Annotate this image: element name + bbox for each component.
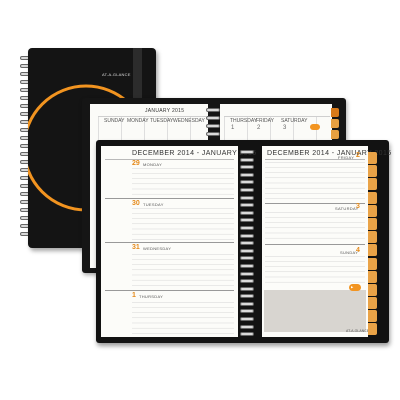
month-tab[interactable] bbox=[331, 119, 339, 128]
day-writing-lines[interactable] bbox=[265, 212, 365, 242]
day-writing-lines[interactable] bbox=[265, 162, 365, 202]
day-writing-lines[interactable] bbox=[132, 168, 234, 197]
notes-box[interactable] bbox=[264, 290, 366, 332]
month-tab[interactable] bbox=[368, 270, 377, 283]
day-number: 4 bbox=[356, 247, 360, 254]
day-number: 2 bbox=[356, 152, 360, 159]
day-writing-lines[interactable] bbox=[132, 208, 234, 241]
cover-brand-label: AT-A-GLANCE bbox=[102, 72, 131, 77]
day-writing-lines[interactable] bbox=[265, 256, 365, 286]
day-name: TUESDAY bbox=[143, 202, 164, 207]
month-tab[interactable] bbox=[368, 257, 377, 270]
header-divider bbox=[105, 159, 234, 160]
weekday-label: MONDAY bbox=[127, 118, 149, 124]
weekday-label: FRIDAY bbox=[256, 118, 274, 124]
weekday-label: THURSDAY bbox=[230, 118, 258, 124]
orange-marker bbox=[310, 124, 320, 130]
month-tab[interactable] bbox=[368, 178, 377, 191]
weekly-month-tabs[interactable] bbox=[368, 152, 377, 336]
month-tab[interactable] bbox=[368, 152, 377, 164]
page-brand-label: AT-A-GLANCE bbox=[346, 329, 370, 333]
month-tab[interactable] bbox=[331, 108, 339, 117]
day-divider bbox=[105, 242, 234, 243]
month-tab[interactable] bbox=[368, 165, 377, 178]
month-tab[interactable] bbox=[368, 217, 377, 230]
weekday-label: TUESDAY bbox=[150, 118, 174, 124]
weekly-header-left: DECEMBER 2014 - JANUARY 2015 bbox=[132, 150, 257, 157]
day-name: MONDAY bbox=[143, 162, 163, 167]
day-divider bbox=[265, 244, 365, 245]
day-number: 31 bbox=[132, 244, 140, 251]
day-name: THURSDAY bbox=[139, 294, 164, 299]
day-divider bbox=[105, 198, 234, 199]
weekday-label: SUNDAY bbox=[104, 118, 125, 124]
weekday-label: SATURDAY bbox=[281, 118, 308, 124]
day-number: 30 bbox=[132, 200, 140, 207]
month-tab[interactable] bbox=[368, 310, 377, 323]
monthly-title: JANUARY 2015 bbox=[145, 108, 185, 114]
month-tab[interactable] bbox=[368, 231, 377, 244]
day-name: WEDNESDAY bbox=[143, 246, 172, 251]
orange-page-marker: ▶ bbox=[349, 284, 361, 291]
month-tab[interactable] bbox=[368, 204, 377, 217]
day-writing-lines[interactable] bbox=[132, 302, 234, 335]
day-number: 29 bbox=[132, 160, 140, 167]
day-number: 1 bbox=[132, 292, 136, 299]
weekly-spiral-binding bbox=[240, 150, 254, 340]
month-tab[interactable] bbox=[368, 297, 377, 310]
day-writing-lines[interactable] bbox=[132, 254, 234, 289]
day-divider bbox=[105, 290, 234, 291]
month-tab[interactable] bbox=[368, 191, 377, 204]
day-number: 3 bbox=[356, 203, 360, 210]
month-tab[interactable] bbox=[368, 244, 377, 257]
monthly-spiral-binding bbox=[206, 108, 220, 140]
monthly-date-number: 1 bbox=[231, 125, 235, 131]
month-tab[interactable] bbox=[331, 130, 339, 139]
monthly-date-number: 2 bbox=[257, 125, 261, 131]
day-divider bbox=[265, 203, 365, 204]
month-tab[interactable] bbox=[368, 283, 377, 296]
weekday-label: WEDNESDAY bbox=[173, 118, 205, 124]
monthly-date-number: 3 bbox=[283, 125, 287, 131]
month-tab[interactable] bbox=[368, 323, 377, 336]
day-name: FRIDAY bbox=[338, 155, 355, 160]
